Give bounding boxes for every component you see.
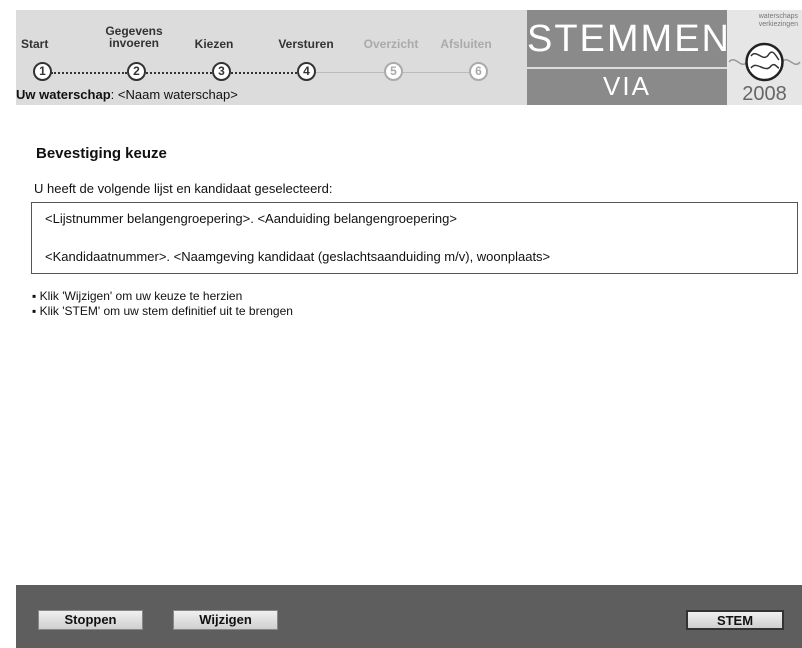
step-connector [316,72,384,73]
selected-candidate: <Kandidaatnummer>. <Naamgeving kandidaat… [45,249,551,264]
step-1-circle: 1 [33,62,52,81]
step-2-circle: 2 [127,62,146,81]
step-4-label: Versturen [278,37,334,51]
waterschap-value: : <Naam waterschap> [110,87,238,102]
voting-window: Start Gegevens invoeren Kiezen Versturen… [0,0,802,648]
brand-banner: STEMMEN VIA INTERNET [527,10,731,128]
step-1-label: Start [21,37,49,51]
vote-button[interactable]: STEM [686,610,784,630]
top-margin [0,0,802,10]
step-connector [403,72,469,73]
step-2-label: Gegevens invoeren [105,24,163,50]
elections-logo: waterschaps verkiezingen 2008 [727,10,802,105]
step-6-label: Afsluiten [440,37,492,51]
selected-list: <Lijstnummer belangengroepering>. <Aandu… [45,211,457,226]
step-4-circle: 4 [297,62,316,81]
waterschap-label: Uw waterschap [16,87,111,102]
step-connector [231,72,297,74]
step-5-circle: 5 [384,62,403,81]
step-connector [146,72,212,74]
intro-text: U heeft de volgende lijst en kandidaat g… [34,181,333,196]
step-5-label: Overzicht [363,37,419,51]
step-3-label: Kiezen [194,37,234,51]
header: Start Gegevens invoeren Kiezen Versturen… [16,10,802,128]
brand-divider [527,67,727,69]
instruction-item: ▪ Klik 'STEM' om uw stem definitief uit … [32,304,293,318]
page-title: Bevestiging keuze [36,145,167,162]
instruction-list: ▪ Klik 'Wijzigen' om uw keuze te herzien… [32,289,293,319]
step-3-circle: 3 [212,62,231,81]
step-connector [51,72,127,74]
edit-button[interactable]: Wijzigen [173,610,278,630]
stop-button[interactable]: Stoppen [38,610,143,630]
footer-bar: Stoppen Wijzigen STEM [16,585,802,648]
brand-title: STEMMEN [527,18,731,60]
instruction-item: ▪ Klik 'Wijzigen' om uw keuze te herzien [32,289,243,303]
main-content: Bevestiging keuze U heeft de volgende li… [16,105,802,585]
step-6-circle: 6 [469,62,488,81]
logo-year: 2008 [742,83,787,105]
selection-box: <Lijstnummer belangengroepering>. <Aandu… [31,202,798,274]
progress-steps: Start Gegevens invoeren Kiezen Versturen… [16,10,536,82]
waterschap-line: Uw waterschap: <Naam waterschap> [16,87,238,102]
